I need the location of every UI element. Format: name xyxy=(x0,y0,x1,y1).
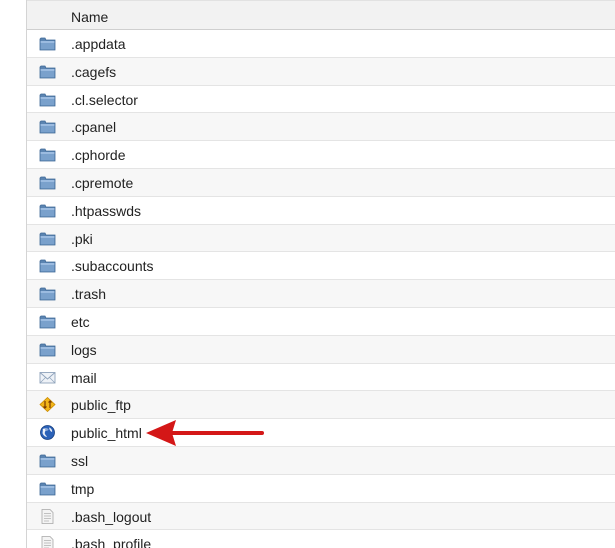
folder-icon xyxy=(39,453,56,468)
table-row[interactable]: logs xyxy=(27,335,615,364)
file-name-label: .bash_profile xyxy=(71,536,152,548)
folder-icon xyxy=(39,314,56,329)
file-name-label: .htpasswds xyxy=(71,202,142,219)
folder-icon xyxy=(39,147,56,162)
file-name-label: public_ftp xyxy=(71,397,131,414)
table-header: Name xyxy=(27,0,615,30)
file-name-label: logs xyxy=(71,341,97,358)
file-icon xyxy=(39,536,56,548)
file-name-label: .cpanel xyxy=(71,119,117,136)
file-name-label: .cpremote xyxy=(71,174,134,191)
mail-folder-icon xyxy=(39,370,56,385)
table-row[interactable]: tmp xyxy=(27,474,615,503)
table-row[interactable]: public_ftp xyxy=(27,391,615,420)
file-name-label: etc xyxy=(71,313,90,330)
folder-icon xyxy=(39,481,56,496)
file-name-label: public_html xyxy=(71,425,142,442)
file-name-label: .cagefs xyxy=(71,63,117,80)
file-name-label: .cphorde xyxy=(71,147,126,164)
column-header-name[interactable]: Name xyxy=(71,9,108,25)
file-name-label: mail xyxy=(71,369,97,386)
table-row[interactable]: .cphorde xyxy=(27,141,615,169)
file-manager-page: Name .appdata .cagefs .cl.selector .cpan… xyxy=(0,0,615,548)
table-row[interactable]: mail xyxy=(27,363,615,392)
table-row[interactable]: .cpanel xyxy=(27,113,615,142)
file-name-label: .cl.selector xyxy=(71,91,138,108)
folder-icon xyxy=(39,258,56,273)
table-row[interactable]: etc xyxy=(27,307,615,336)
file-name-label: tmp xyxy=(71,480,95,497)
table-row[interactable]: .cagefs xyxy=(27,57,615,86)
folder-icon xyxy=(39,203,56,218)
folder-icon xyxy=(39,175,56,190)
folder-icon xyxy=(39,231,56,246)
folder-icon xyxy=(39,36,56,51)
table-row[interactable]: .trash xyxy=(27,280,615,308)
table-row[interactable]: .htpasswds xyxy=(27,196,615,225)
red-arrow-icon xyxy=(146,420,264,446)
file-name-label: .appdata xyxy=(71,36,126,52)
file-name-label: ssl xyxy=(71,452,89,469)
table-row[interactable]: .appdata xyxy=(27,30,615,58)
file-name-label: .subaccounts xyxy=(71,258,154,275)
table-row[interactable]: .cpremote xyxy=(27,168,615,197)
table-row[interactable]: .cl.selector xyxy=(27,85,615,114)
file-name-label: .trash xyxy=(71,286,107,303)
table-row[interactable]: .subaccounts xyxy=(27,252,615,281)
table-row[interactable]: .pki xyxy=(27,224,615,253)
file-list-body: .appdata .cagefs .cl.selector .cpanel .c… xyxy=(27,30,615,548)
folder-icon xyxy=(39,286,56,301)
ftp-folder-icon xyxy=(39,397,56,413)
folder-icon xyxy=(39,342,56,357)
table-row[interactable]: .bash_logout xyxy=(27,502,615,531)
file-name-label: .pki xyxy=(71,230,93,247)
file-list-table: Name .appdata .cagefs .cl.selector .cpan… xyxy=(26,0,615,548)
globe-icon xyxy=(39,425,56,441)
file-name-label: .bash_logout xyxy=(71,508,152,525)
folder-icon xyxy=(39,64,56,79)
table-row[interactable]: ssl xyxy=(27,446,615,475)
folder-icon xyxy=(39,119,56,134)
table-row[interactable]: public_html xyxy=(27,419,615,447)
folder-icon xyxy=(39,92,56,107)
file-icon xyxy=(39,508,56,524)
table-row[interactable]: .bash_profile xyxy=(27,530,615,548)
